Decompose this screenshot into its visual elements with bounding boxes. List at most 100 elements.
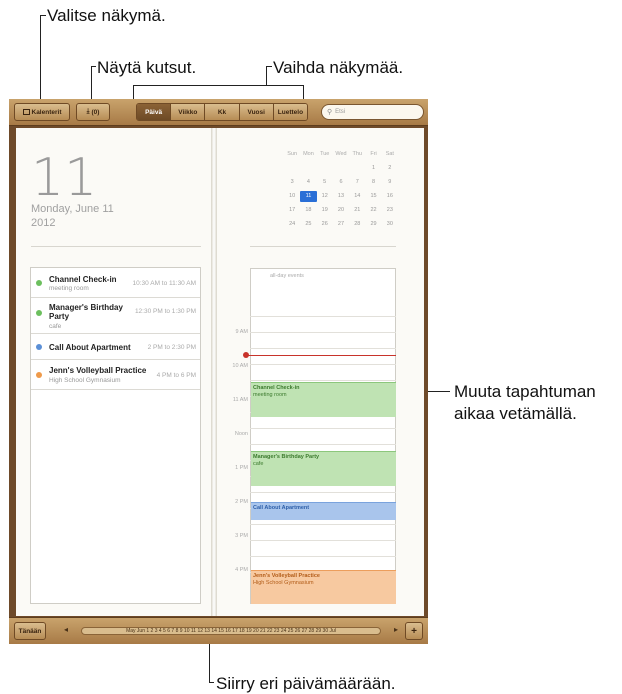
current-time-line	[246, 355, 396, 356]
event-block-title: Channel Check-in	[253, 385, 300, 391]
weekday-header: Tue	[320, 151, 330, 157]
tab-day[interactable]: Päivä	[137, 104, 172, 120]
hour-line	[250, 380, 396, 381]
day-cell[interactable]: 24	[284, 219, 300, 230]
hour-line	[250, 492, 396, 493]
tab-week[interactable]: Viikko	[171, 104, 206, 120]
event-block-sub: cafe	[253, 461, 264, 467]
date-scrubber[interactable]: May Jun 1 2 3 4 5 6 7 8 9 10 11 12 13 14…	[81, 627, 381, 635]
hour-label: 1 PM	[235, 465, 248, 471]
day-cell[interactable]	[300, 163, 316, 174]
day-cell[interactable]: 1	[365, 163, 381, 174]
day-cell[interactable]: 10	[284, 191, 300, 202]
hour-label: Noon	[234, 431, 248, 437]
hour-line	[250, 428, 396, 429]
day-cell[interactable]: 7	[349, 177, 365, 188]
callout-line	[40, 15, 41, 101]
day-cell[interactable]: 21	[349, 205, 365, 216]
tab-list[interactable]: Luettelo	[273, 104, 307, 120]
event-block-title: Jenn's Volleyball Practice	[253, 573, 320, 579]
search-placeholder: Etsi	[335, 109, 346, 115]
mini-calendar-week: 3 4 5 6 7 8 9	[284, 177, 398, 188]
list-item[interactable]: Jenn's Volleyball Practice High School G…	[31, 360, 200, 390]
event-block[interactable]: Manager's Birthday Party cafe	[251, 451, 396, 486]
event-block-sub: High School Gymnasium	[253, 580, 314, 586]
event-block-title: Manager's Birthday Party	[253, 454, 320, 460]
download-icon: ⤓	[86, 108, 90, 115]
day-cell[interactable]: 30	[382, 219, 398, 230]
day-cell[interactable]: 8	[365, 177, 381, 188]
event-block-sub: meeting room	[253, 392, 287, 398]
day-cell[interactable]: 19	[317, 205, 333, 216]
prev-arrow-icon[interactable]: ◂	[64, 625, 68, 634]
callout-line	[91, 66, 92, 102]
day-cell[interactable]: 16	[382, 191, 398, 202]
add-event-button[interactable]: +	[405, 622, 423, 640]
hour-line	[250, 332, 396, 333]
event-title: Call About Apartment	[49, 343, 131, 352]
day-cell[interactable]: 2	[382, 163, 398, 174]
bottom-toolbar: Tänään ◂ May Jun 1 2 3 4 5 6 7 8 9 10 11…	[9, 617, 428, 644]
event-location: High School Gymnasium	[49, 377, 121, 384]
hour-line	[250, 556, 396, 557]
top-toolbar: Kalenterit ⤓ (0) Päivä Viikko Kk Vuosi L…	[9, 99, 428, 126]
list-item[interactable]: Channel Check-in meeting room 10:30 AM t…	[31, 268, 200, 298]
day-cell[interactable]: 29	[365, 219, 381, 230]
day-cell[interactable]: 27	[333, 219, 349, 230]
callout-line	[209, 682, 214, 683]
weekday-header: Mon	[303, 151, 314, 157]
day-cell[interactable]: 12	[317, 191, 333, 202]
tab-month[interactable]: Kk	[205, 104, 240, 120]
day-cell[interactable]: 28	[349, 219, 365, 230]
event-title: Channel Check-in	[49, 275, 117, 284]
day-cell[interactable]	[317, 163, 333, 174]
day-date-text: Monday, June 11 2012	[31, 202, 114, 230]
invites-button[interactable]: ⤓ (0)	[76, 103, 110, 121]
hour-line	[250, 364, 396, 365]
search-input[interactable]: ⚲ Etsi	[321, 104, 424, 120]
event-title: Jenn's Volleyball Practice	[49, 366, 147, 375]
day-cell[interactable]	[333, 163, 349, 174]
day-cell[interactable]: 17	[284, 205, 300, 216]
day-cell[interactable]: 15	[365, 191, 381, 202]
year: 2012	[31, 217, 56, 229]
day-cell[interactable]: 14	[349, 191, 365, 202]
mini-calendar-week: 10 11 12 13 14 15 16	[284, 191, 398, 202]
calendars-button[interactable]: Kalenterit	[14, 103, 70, 121]
callout-show-invites: Näytä kutsut.	[97, 58, 197, 77]
day-cell[interactable]: 25	[300, 219, 316, 230]
today-button[interactable]: Tänään	[14, 622, 46, 640]
callout-drag-event-2: aikaa vetämällä.	[454, 404, 577, 423]
event-block-title: Call About Apartment	[253, 505, 310, 511]
hour-label: 11 AM	[232, 397, 248, 403]
day-cell[interactable]: 6	[333, 177, 349, 188]
selected-day-cell[interactable]: 11	[300, 191, 317, 202]
callout-line	[266, 66, 272, 67]
day-cell[interactable]: 3	[284, 177, 300, 188]
current-time-dot	[243, 352, 249, 358]
event-block[interactable]: Call About Apartment	[251, 502, 396, 520]
day-cell[interactable]: 20	[333, 205, 349, 216]
event-color-dot	[36, 344, 42, 350]
event-block[interactable]: Channel Check-in meeting room	[251, 382, 396, 417]
day-cell[interactable]: 26	[317, 219, 333, 230]
day-cell[interactable]: 13	[333, 191, 349, 202]
weekday-header: Thu	[352, 151, 362, 157]
day-cell[interactable]: 18	[300, 205, 316, 216]
next-arrow-icon[interactable]: ▸	[394, 625, 398, 634]
weekday-header: Fri	[370, 151, 377, 157]
day-cell[interactable]	[349, 163, 365, 174]
day-cell[interactable]: 4	[300, 177, 316, 188]
divider	[250, 246, 396, 247]
event-list: Channel Check-in meeting room 10:30 AM t…	[30, 267, 201, 604]
list-item[interactable]: Manager's Birthday Party cafe 12:30 PM t…	[31, 298, 200, 334]
day-cell[interactable]: 5	[317, 177, 333, 188]
day-cell[interactable]: 9	[382, 177, 398, 188]
list-item[interactable]: Call About Apartment 2 PM to 2:30 PM	[31, 334, 200, 360]
tab-year[interactable]: Vuosi	[239, 104, 274, 120]
day-cell[interactable]	[284, 163, 300, 174]
day-cell[interactable]: 23	[382, 205, 398, 216]
event-time: 4 PM to 6 PM	[156, 372, 196, 379]
day-cell[interactable]: 22	[365, 205, 381, 216]
event-block[interactable]: Jenn's Volleyball Practice High School G…	[251, 570, 396, 604]
